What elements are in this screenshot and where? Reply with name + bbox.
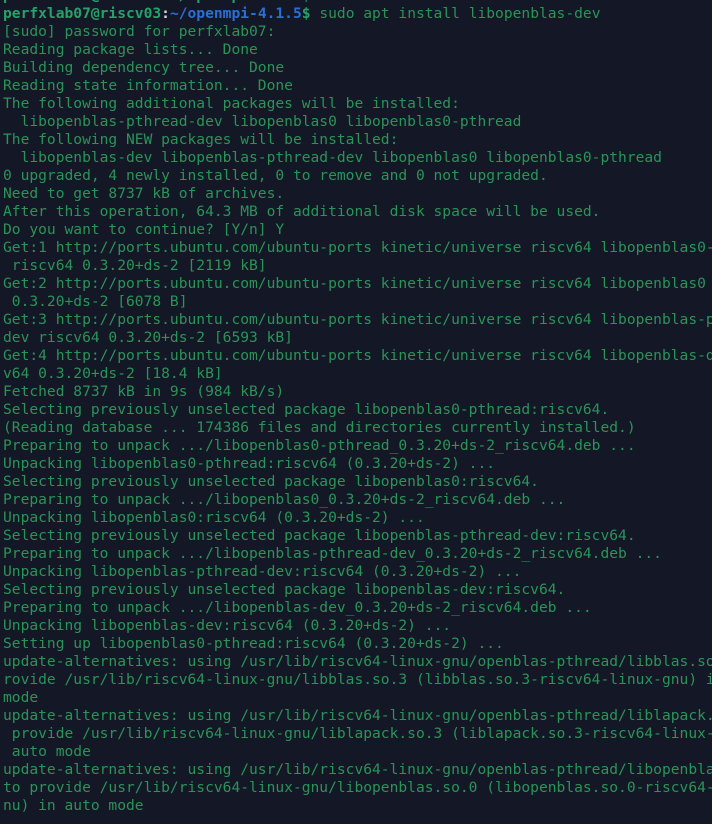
terminal-output-line: Preparing to unpack .../libopenblas0_0.3… (3, 491, 712, 509)
terminal-output-text: to provide /usr/lib/riscv64-linux-gnu/li… (3, 779, 712, 796)
terminal-output-text: Unpacking libopenblas0:riscv64 (0.3.20+d… (3, 509, 425, 526)
terminal-output-line: (Reading database ... 174386 files and d… (3, 419, 712, 437)
terminal-output-text: 0.3.20+ds-2 [6078 B] (3, 293, 188, 310)
terminal-output-line: Setting up libopenblas0-pthread:riscv64 … (3, 635, 712, 653)
terminal-output-line: update-alternatives: using /usr/lib/risc… (3, 761, 712, 779)
terminal-output-text: Reading package lists... Done (3, 41, 258, 58)
terminal-output-text: Building dependency tree... Done (3, 59, 285, 76)
terminal-output-text: Unpacking libopenblas-dev:riscv64 (0.3.2… (3, 617, 452, 634)
terminal-output-text: Get:1 http://ports.ubuntu.com/ubuntu-por… (3, 239, 712, 256)
terminal-output-text: mode (3, 689, 39, 706)
terminal-output-line: Selecting previously unselected package … (3, 527, 712, 545)
terminal-output-text: dev riscv64 0.3.20+ds-2 [6593 kB] (3, 329, 293, 346)
terminal-output-text: libopenblas-dev libopenblas-pthread-dev … (3, 149, 662, 166)
terminal-output-text: Selecting previously unselected package … (3, 581, 566, 598)
terminal-output-line: Get:2 http://ports.ubuntu.com/ubuntu-por… (3, 275, 712, 293)
terminal-output-line: provide /usr/lib/riscv64-linux-gnu/libla… (3, 725, 712, 743)
terminal-output: [sudo] password for perfxlab07: Reading p… (3, 23, 712, 815)
terminal-window[interactable]: perfxlab07@riscv03:~/openmpi-4.1.5$ perf… (0, 0, 712, 824)
terminal-output-text: Preparing to unpack .../libopenblas0-pth… (3, 437, 636, 454)
prompt-user-host: perfxlab07@riscv03 (3, 5, 162, 22)
terminal-output-text: After this operation, 64.3 MB of additio… (3, 203, 601, 220)
terminal-output-text: nu) in auto mode (3, 797, 144, 814)
terminal-output-line: Preparing to unpack .../libopenblas-pthr… (3, 545, 712, 563)
terminal-screen[interactable]: perfxlab07@riscv03:~/openmpi-4.1.5$ perf… (0, 0, 712, 815)
terminal-output-text: [sudo] password for perfxlab07: (3, 23, 276, 40)
terminal-output-line: libopenblas-pthread-dev libopenblas0 lib… (3, 113, 712, 131)
terminal-output-text: Preparing to unpack .../libopenblas0_0.3… (3, 491, 566, 508)
terminal-output-line: update-alternatives: using /usr/lib/risc… (3, 653, 712, 671)
terminal-output-text: The following NEW packages will be insta… (3, 131, 399, 148)
terminal-output-line: Preparing to unpack .../libopenblas-dev_… (3, 599, 712, 617)
terminal-output-line: Unpacking libopenblas0-pthread:riscv64 (… (3, 455, 712, 473)
terminal-output-text: Need to get 8737 kB of archives. (3, 185, 285, 202)
terminal-output-line: libopenblas-dev libopenblas-pthread-dev … (3, 149, 712, 167)
terminal-output-line: riscv64 0.3.20+ds-2 [2119 kB] (3, 257, 712, 275)
terminal-output-line: Get:3 http://ports.ubuntu.com/ubuntu-por… (3, 311, 712, 329)
terminal-output-line: rovide /usr/lib/riscv64-linux-gnu/libbla… (3, 671, 712, 689)
terminal-output-line: Unpacking libopenblas-pthread-dev:riscv6… (3, 563, 712, 581)
terminal-output-text: Get:2 http://ports.ubuntu.com/ubuntu-por… (3, 275, 712, 292)
terminal-output-line: Do you want to continue? [Y/n] Y (3, 221, 712, 239)
terminal-output-text: Get:3 http://ports.ubuntu.com/ubuntu-por… (3, 311, 712, 328)
terminal-output-text: Do you want to continue? [Y/n] Y (3, 221, 285, 238)
terminal-output-line: nu) in auto mode (3, 797, 712, 815)
terminal-output-text: Selecting previously unselected package … (3, 401, 610, 418)
terminal-output-line: to provide /usr/lib/riscv64-linux-gnu/li… (3, 779, 712, 797)
terminal-output-text: Preparing to unpack .../libopenblas-pthr… (3, 545, 662, 562)
terminal-output-line: Reading package lists... Done (3, 41, 712, 59)
terminal-output-text: Unpacking libopenblas0-pthread:riscv64 (… (3, 455, 496, 472)
terminal-output-line: mode (3, 689, 712, 707)
terminal-output-line: Unpacking libopenblas-dev:riscv64 (0.3.2… (3, 617, 712, 635)
terminal-output-text: riscv64 0.3.20+ds-2 [2119 kB] (3, 257, 267, 274)
terminal-output-text: Get:4 http://ports.ubuntu.com/ubuntu-por… (3, 347, 712, 364)
terminal-output-line: The following additional packages will b… (3, 95, 712, 113)
terminal-output-text: Selecting previously unselected package … (3, 527, 636, 544)
terminal-output-line: The following NEW packages will be insta… (3, 131, 712, 149)
prompt-path: ~/openmpi-4.1.5 (169, 5, 302, 22)
terminal-output-text: (Reading database ... 174386 files and d… (3, 419, 636, 436)
prompt-command-input[interactable]: sudo apt install libopenblas-dev (311, 5, 600, 22)
ghost-prompt-text: perfxlab07@riscv03:~/openmpi-4.1.5$ (3, 0, 311, 4)
terminal-output-line: Selecting previously unselected package … (3, 473, 712, 491)
terminal-output-text: The following additional packages will b… (3, 95, 460, 112)
terminal-output-text: auto mode (3, 743, 91, 760)
prompt-colon: : (161, 5, 170, 22)
terminal-output-line: Selecting previously unselected package … (3, 581, 712, 599)
terminal-output-line: Get:1 http://ports.ubuntu.com/ubuntu-por… (3, 239, 712, 257)
terminal-output-text: update-alternatives: using /usr/lib/risc… (3, 761, 712, 778)
terminal-prompt-line[interactable]: perfxlab07@riscv03:~/openmpi-4.1.5$ sudo… (3, 5, 712, 23)
terminal-output-line: Preparing to unpack .../libopenblas0-pth… (3, 437, 712, 455)
terminal-output-text: Fetched 8737 kB in 9s (984 kB/s) (3, 383, 285, 400)
terminal-output-text: Reading state information... Done (3, 77, 293, 94)
prompt-sigil: $ (301, 5, 311, 22)
terminal-output-line: Need to get 8737 kB of archives. (3, 185, 712, 203)
terminal-output-text: libopenblas-pthread-dev libopenblas0 lib… (3, 113, 522, 130)
terminal-output-line: auto mode (3, 743, 712, 761)
terminal-output-line: 0.3.20+ds-2 [6078 B] (3, 293, 712, 311)
terminal-output-text: update-alternatives: using /usr/lib/risc… (3, 707, 712, 724)
terminal-output-text: rovide /usr/lib/riscv64-linux-gnu/libbla… (3, 671, 712, 688)
terminal-output-line: After this operation, 64.3 MB of additio… (3, 203, 712, 221)
terminal-output-text: provide /usr/lib/riscv64-linux-gnu/libla… (3, 725, 712, 742)
terminal-output-line: v64 0.3.20+ds-2 [18.4 kB] (3, 365, 712, 383)
terminal-output-line: update-alternatives: using /usr/lib/risc… (3, 707, 712, 725)
terminal-output-line: dev riscv64 0.3.20+ds-2 [6593 kB] (3, 329, 712, 347)
terminal-output-line: Fetched 8737 kB in 9s (984 kB/s) (3, 383, 712, 401)
terminal-output-text: Unpacking libopenblas-pthread-dev:riscv6… (3, 563, 522, 580)
terminal-output-text: Selecting previously unselected package … (3, 473, 539, 490)
terminal-output-line: Reading state information... Done (3, 77, 712, 95)
terminal-output-line: Building dependency tree... Done (3, 59, 712, 77)
terminal-output-line: Unpacking libopenblas0:riscv64 (0.3.20+d… (3, 509, 712, 527)
terminal-output-text: Preparing to unpack .../libopenblas-dev_… (3, 599, 592, 616)
terminal-output-text: update-alternatives: using /usr/lib/risc… (3, 653, 712, 670)
terminal-output-line: Selecting previously unselected package … (3, 401, 712, 419)
terminal-output-text: v64 0.3.20+ds-2 [18.4 kB] (3, 365, 223, 382)
terminal-output-line: [sudo] password for perfxlab07: (3, 23, 712, 41)
terminal-output-text: Setting up libopenblas0-pthread:riscv64 … (3, 635, 504, 652)
terminal-output-text: 0 upgraded, 4 newly installed, 0 to remo… (3, 167, 548, 184)
terminal-output-line: 0 upgraded, 4 newly installed, 0 to remo… (3, 167, 712, 185)
terminal-output-line: Get:4 http://ports.ubuntu.com/ubuntu-por… (3, 347, 712, 365)
